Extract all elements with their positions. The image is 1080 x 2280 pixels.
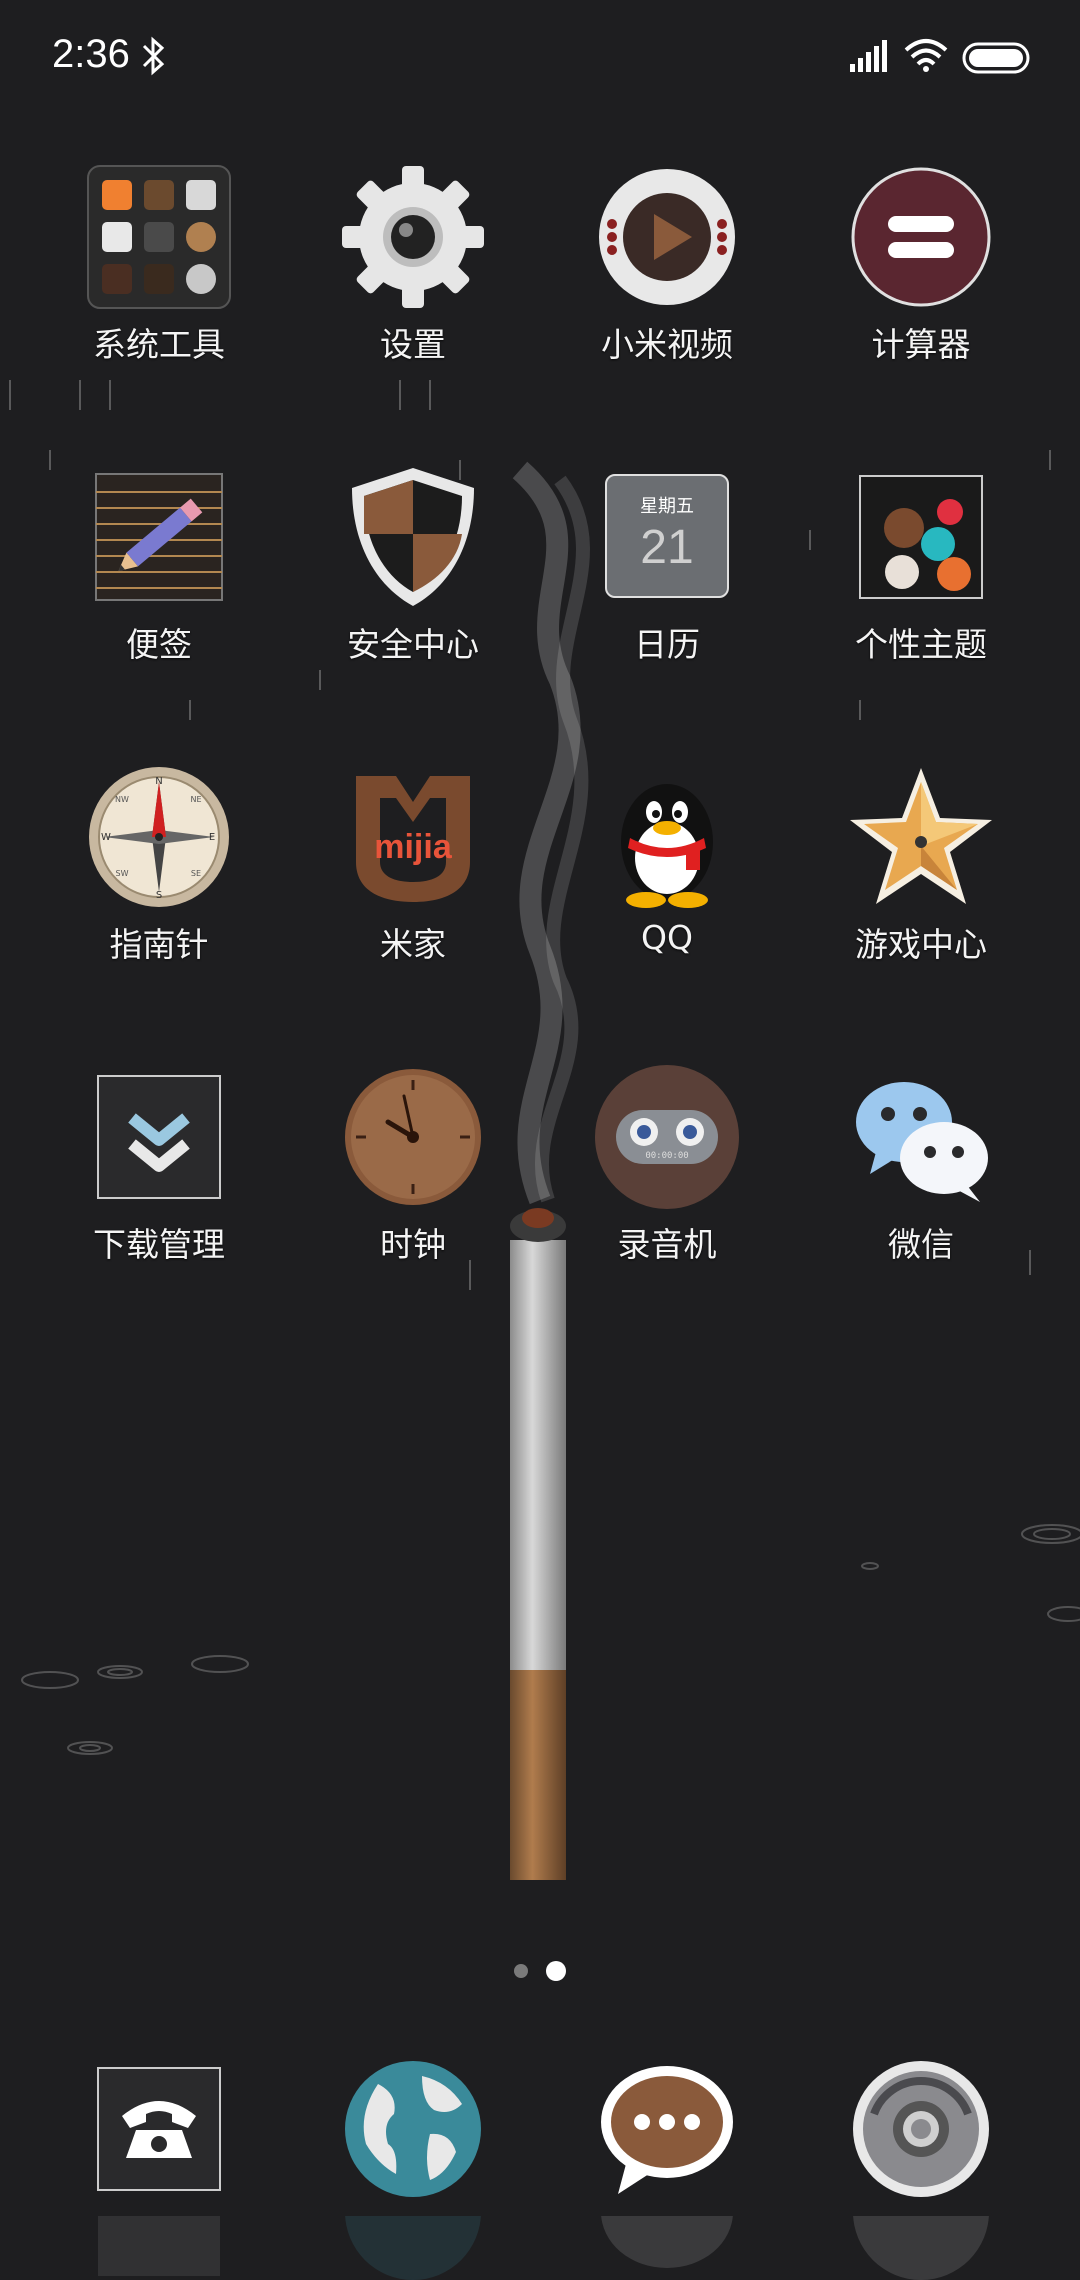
battery-icon — [962, 42, 1030, 74]
wechat-icon — [856, 1082, 988, 1202]
chat-bubble-icon[interactable] — [592, 2054, 742, 2204]
dock-reflection-globe — [338, 2216, 488, 2280]
app-qq[interactable]: QQ — [540, 750, 794, 980]
folder-icon — [87, 165, 231, 309]
phone-icon[interactable] — [84, 2054, 234, 2204]
app-game-center[interactable]: 游戏中心 — [794, 750, 1048, 980]
app-calendar[interactable]: 星期五 21 日历 — [540, 450, 794, 680]
app-label: 个性主题 — [855, 625, 987, 664]
mijia-wordmark: mijia — [374, 828, 453, 866]
status-bar: 2:36 — [0, 0, 1080, 120]
gear-icon — [342, 166, 484, 308]
app-label: 游戏中心 — [855, 925, 987, 964]
star-icon — [850, 768, 992, 904]
compass-sw: SW — [116, 869, 129, 878]
compass-icon: N E S W NE SE SW NW — [89, 767, 229, 907]
compass-e: E — [209, 832, 215, 843]
calendar-day: 21 — [640, 521, 694, 574]
calendar-weekday: 星期五 — [640, 496, 694, 517]
app-notes[interactable]: 便签 — [32, 450, 286, 680]
app-label: 录音机 — [617, 1225, 717, 1264]
compass-n: N — [155, 776, 162, 787]
penguin-icon — [621, 784, 713, 908]
dock-reflection-chat — [592, 2216, 742, 2280]
clock-icon — [345, 1069, 481, 1205]
signal-icon — [850, 40, 887, 72]
dock-reflection-camera — [846, 2216, 996, 2280]
compass-nw: NW — [115, 795, 129, 804]
app-label: 设置 — [380, 325, 446, 364]
app-security-center[interactable]: 安全中心 — [286, 450, 540, 680]
bluetooth-icon — [142, 36, 165, 76]
compass-ne: NE — [190, 795, 201, 804]
app-mijia[interactable]: mijia 米家 — [286, 750, 540, 980]
app-calculator[interactable]: 计算器 — [794, 150, 1048, 380]
wifi-icon — [904, 39, 948, 72]
app-downloads[interactable]: 下载管理 — [32, 1050, 286, 1280]
app-label: 日历 — [634, 625, 700, 664]
globe-icon[interactable] — [338, 2054, 488, 2204]
theme-palette-icon — [859, 475, 983, 599]
dock-reflection-phone — [84, 2216, 234, 2280]
recorder-readout: 00:00:00 — [645, 1151, 688, 1161]
page-dot-2-active[interactable] — [546, 1961, 566, 1981]
app-themes[interactable]: 个性主题 — [794, 450, 1048, 680]
app-label: QQ — [641, 918, 693, 957]
app-label: 系统工具 — [93, 325, 225, 364]
app-label: 下载管理 — [93, 1225, 225, 1264]
app-label: 指南针 — [109, 925, 209, 964]
app-compass[interactable]: N E S W NE SE SW NW 指南针 — [32, 750, 286, 980]
camera-icon[interactable] — [846, 2054, 996, 2204]
page-dot-1[interactable] — [514, 1964, 528, 1978]
page-indicator[interactable] — [500, 1958, 580, 1982]
app-clock[interactable]: 时钟 — [286, 1050, 540, 1280]
app-settings[interactable]: 设置 — [286, 150, 540, 380]
shield-icon — [352, 468, 474, 606]
calendar-icon: 星期五 21 — [605, 474, 729, 598]
compass-se: SE — [191, 869, 201, 878]
notes-pencil-icon — [95, 473, 223, 601]
app-label: 米家 — [380, 925, 446, 964]
mijia-icon: mijia — [356, 776, 470, 902]
recorder-icon: 00:00:00 — [595, 1065, 739, 1209]
app-system-tools[interactable]: 系统工具 — [32, 150, 286, 380]
app-label: 时钟 — [380, 1225, 446, 1264]
download-chevron-icon — [97, 1075, 221, 1199]
status-time: 2:36 — [52, 32, 130, 76]
compass-s: S — [156, 890, 162, 901]
app-recorder[interactable]: 00:00:00 录音机 — [540, 1050, 794, 1280]
calculator-icon — [851, 167, 991, 307]
app-label: 安全中心 — [347, 625, 479, 664]
video-play-icon — [599, 169, 735, 305]
compass-w: W — [101, 832, 111, 843]
app-label: 微信 — [888, 1225, 954, 1264]
app-label: 便签 — [126, 625, 192, 664]
app-label: 计算器 — [871, 325, 971, 364]
app-mi-video[interactable]: 小米视频 — [540, 150, 794, 380]
app-label: 小米视频 — [601, 325, 733, 364]
dock — [0, 2050, 1080, 2210]
app-wechat[interactable]: 微信 — [794, 1050, 1048, 1280]
